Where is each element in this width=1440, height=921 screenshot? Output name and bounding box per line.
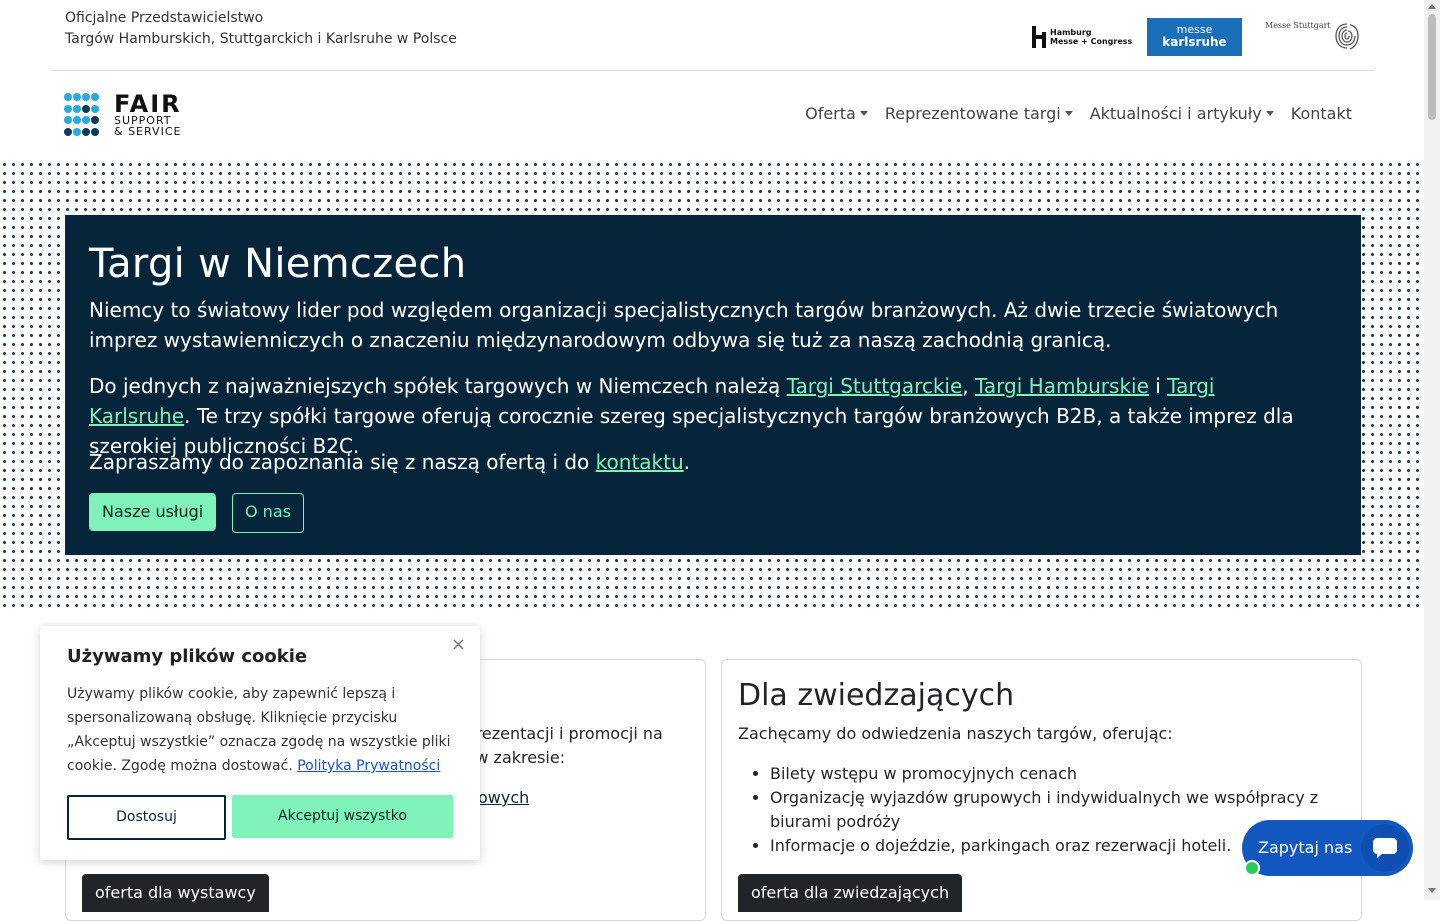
hamburg-mark-icon	[1032, 26, 1046, 48]
cookie-title: Używamy plików cookie	[67, 646, 308, 667]
hero-title: Targi w Niemczech	[89, 241, 467, 287]
top-bar: Oficjalne Przedstawicielstwo Targów Hamb…	[52, 0, 1374, 71]
chat-widget-button[interactable]: Zapytaj nas	[1242, 820, 1413, 876]
nav-item-label: Aktualności i artykuły	[1089, 104, 1262, 123]
customize-cookies-button[interactable]: Dostosuj	[67, 795, 226, 840]
exhibitor-offer-button[interactable]: oferta dla wystawcy	[82, 874, 269, 912]
cookie-consent-popup: × Używamy plików cookie Używamy plików c…	[40, 626, 480, 860]
online-status-dot	[1244, 860, 1260, 876]
visitor-offer-button[interactable]: oferta dla zwiedzających	[738, 874, 963, 912]
list-item: Bilety wstępu w promocyjnych cenach	[770, 762, 1340, 786]
caret-down-icon	[1265, 111, 1274, 116]
nav-item-kontakt[interactable]: Kontakt	[1291, 104, 1352, 123]
visitors-title: Dla zwiedzających	[738, 678, 1015, 713]
nav-item-label: Reprezentowane targi	[884, 104, 1061, 123]
official-line-1: Oficjalne Przedstawicielstwo	[65, 10, 264, 26]
scroll-down-icon[interactable]	[1428, 888, 1436, 893]
official-line-2: Targów Hamburskich, Stuttgarckich i Karl…	[65, 31, 457, 47]
exhibitors-lead-fragment-1: i prezentacji i promocji na	[456, 724, 663, 743]
our-services-button[interactable]: Nasze usługi	[89, 493, 217, 531]
chat-bubble-icon	[1373, 838, 1397, 858]
nav-item-label: Kontakt	[1290, 104, 1352, 123]
link-kontakt[interactable]: kontaktu	[596, 450, 684, 474]
karlsruhe-logo-line-2: karlsruhe	[1162, 35, 1227, 49]
brand-dots-icon	[64, 92, 100, 138]
messe-karlsruhe-logo[interactable]: messe karlsruhe	[1147, 18, 1242, 56]
exhibitors-link-fragment[interactable]: owych	[478, 786, 529, 810]
fair-support-service-logo[interactable]: FAIR SUPPORT & SERVICE	[64, 92, 189, 138]
hero-section: Targi w Niemczech Niemcy to światowy lid…	[65, 215, 1361, 555]
scrollbar-thumb[interactable]	[1428, 14, 1436, 120]
nav-item-label: Oferta	[805, 104, 856, 123]
nav-item-oferta[interactable]: Oferta	[805, 104, 868, 123]
messe-stuttgart-logo[interactable]: Messe Stuttgart	[1265, 18, 1365, 54]
hamburg-messe-logo[interactable]: Hamburg Messe + Congress	[1032, 25, 1132, 49]
caret-down-icon	[1064, 111, 1073, 116]
hamburg-logo-line-2: Messe + Congress	[1050, 37, 1133, 46]
hero-paragraph-1: Niemcy to światowy lider pod względem or…	[89, 298, 1279, 352]
close-icon[interactable]: ×	[451, 634, 466, 655]
page-scrollbar[interactable]	[1424, 0, 1440, 900]
link-targi-stuttgarckie[interactable]: Targi Stuttgarckie	[787, 374, 963, 398]
accept-all-cookies-button[interactable]: Akceptuj wszystko	[232, 795, 453, 838]
nav-item-reprezentowane-targi[interactable]: Reprezentowane targi	[885, 104, 1073, 123]
visitors-lead: Zachęcamy do odwiedzenia naszych targów,…	[738, 724, 1173, 743]
nav-item-aktualnosci[interactable]: Aktualności i artykuły	[1090, 104, 1274, 123]
caret-down-icon	[859, 111, 868, 116]
brand-sub-2: & SERVICE	[114, 125, 182, 138]
brand-name: FAIR	[114, 90, 182, 118]
about-us-button[interactable]: O nas	[232, 493, 304, 533]
official-representation-text: Oficjalne Przedstawicielstwo Targów Hamb…	[65, 8, 457, 50]
privacy-policy-link[interactable]: Polityka Prywatności	[297, 758, 440, 774]
stuttgart-logo-text: Messe Stuttgart	[1265, 21, 1331, 30]
chat-label: Zapytaj nas	[1258, 838, 1353, 857]
hero-paragraph-3: Zapraszamy do zapoznania się z naszą ofe…	[89, 450, 690, 474]
fingerprint-icon	[1335, 23, 1359, 50]
cookie-message: Używamy plików cookie, aby zapewnić leps…	[67, 686, 451, 774]
main-nav: Oferta Reprezentowane targi Aktualności …	[805, 104, 1352, 123]
scroll-up-icon[interactable]	[1428, 4, 1436, 9]
visitors-card: Dla zwiedzających Zachęcamy do odwiedzen…	[721, 659, 1362, 921]
karlsruhe-logo-line-1: messe	[1176, 23, 1213, 36]
hamburg-logo-line-1: Hamburg	[1050, 28, 1092, 37]
link-targi-hamburskie[interactable]: Targi Hamburskie	[975, 374, 1149, 398]
